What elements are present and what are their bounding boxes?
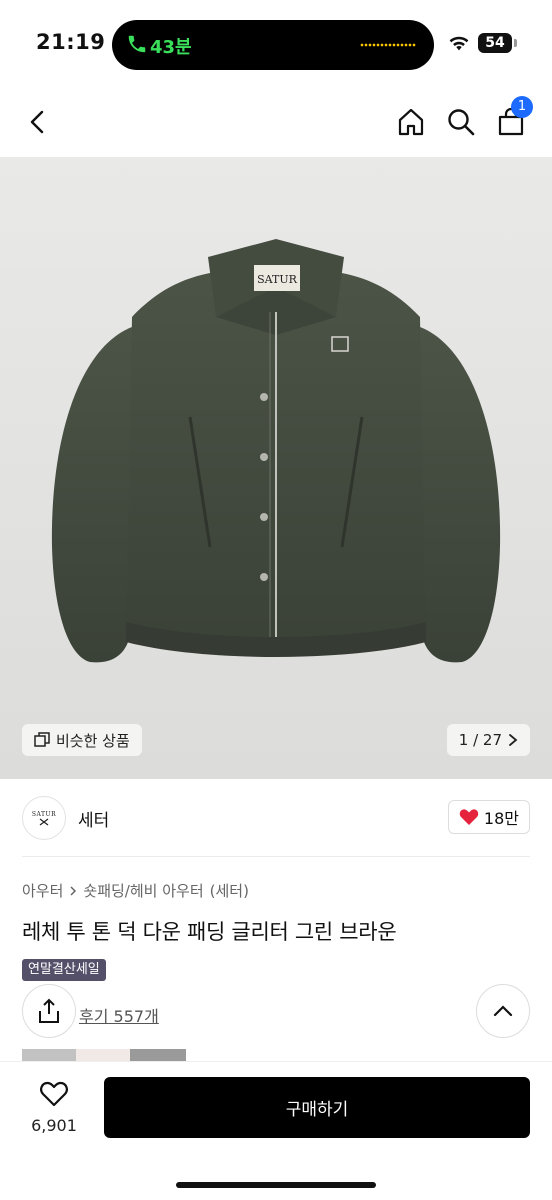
scroll-top-button[interactable] [476,984,530,1038]
brand-like-button[interactable]: 18만 [447,800,530,834]
review-link[interactable]: 후기 557개 [79,1003,159,1027]
breadcrumb-category[interactable]: 아우터 [22,880,63,901]
thumbnail[interactable] [76,1049,130,1061]
brand-emblem-icon [39,818,49,825]
cart-button[interactable]: 1 [491,96,533,142]
divider [22,856,530,857]
similar-products-label: 비슷한 상품 [56,731,130,750]
copy-icon [34,732,50,747]
battery-tip [514,39,517,47]
buy-button[interactable]: 구매하기 [104,1077,530,1138]
product-image-gallery[interactable]: SATUR 비슷한 상품 1 / 27 [0,157,552,779]
breadcrumb: 아우터 숏패딩/헤비 아우터 (세터) [22,880,249,901]
wishlist-count: 6,901 [31,1116,77,1135]
image-page-indicator[interactable]: 1 / 27 [446,724,530,756]
chevron-left-icon [30,110,44,134]
product-title: 레체 투 톤 덕 다운 패딩 글리터 그린 브라운 [22,920,397,944]
chevron-right-icon [70,885,77,896]
wishlist-button[interactable]: 6,901 [22,1080,86,1135]
page-indicator-text: 1 / 27 [458,731,502,749]
battery-indicator: 54 [478,33,512,53]
search-icon [448,109,475,136]
brand-logo-text: SATUR [31,810,57,818]
thumbnail[interactable] [130,1049,186,1061]
cart-count-badge: 1 [511,96,533,118]
product-photo-jacket: SATUR [51,239,501,663]
status-time: 21:19 [36,30,106,54]
home-icon [398,108,424,136]
thumbnail[interactable] [22,1049,76,1061]
heart-filled-icon [459,809,479,825]
bottom-action-bar: 6,901 구매하기 [0,1061,552,1200]
home-button[interactable] [391,102,431,142]
wifi-icon [449,36,469,51]
status-bar: 21:19 43분 54 [0,0,552,88]
breadcrumb-brand[interactable]: (세터) [210,880,249,901]
home-indicator[interactable] [176,1182,376,1188]
heart-outline-icon [40,1081,68,1107]
breadcrumb-subcategory[interactable]: 숏패딩/헤비 아우터 [83,880,203,901]
jacket-label-text: SATUR [257,273,297,286]
back-button[interactable] [18,102,58,142]
sale-tag: 연말결산세일 [22,959,106,981]
phone-icon [128,35,146,53]
search-button[interactable] [441,102,481,142]
call-waveform [360,43,416,47]
share-button[interactable] [22,984,76,1038]
chevron-right-icon [509,734,518,746]
call-duration: 43분 [150,37,192,58]
similar-products-button[interactable]: 비슷한 상품 [22,724,142,756]
brand-row: SATUR 세터 18만 [22,792,530,844]
top-navigation: 1 [0,90,552,154]
dynamic-island[interactable]: 43분 [112,20,434,70]
brand-like-count: 18만 [483,809,519,828]
brand-name[interactable]: 세터 [78,806,109,831]
brand-logo[interactable]: SATUR [22,796,66,840]
share-icon [39,998,59,1023]
chevron-up-icon [493,1005,513,1017]
thumbnail-strip[interactable] [22,1049,186,1061]
